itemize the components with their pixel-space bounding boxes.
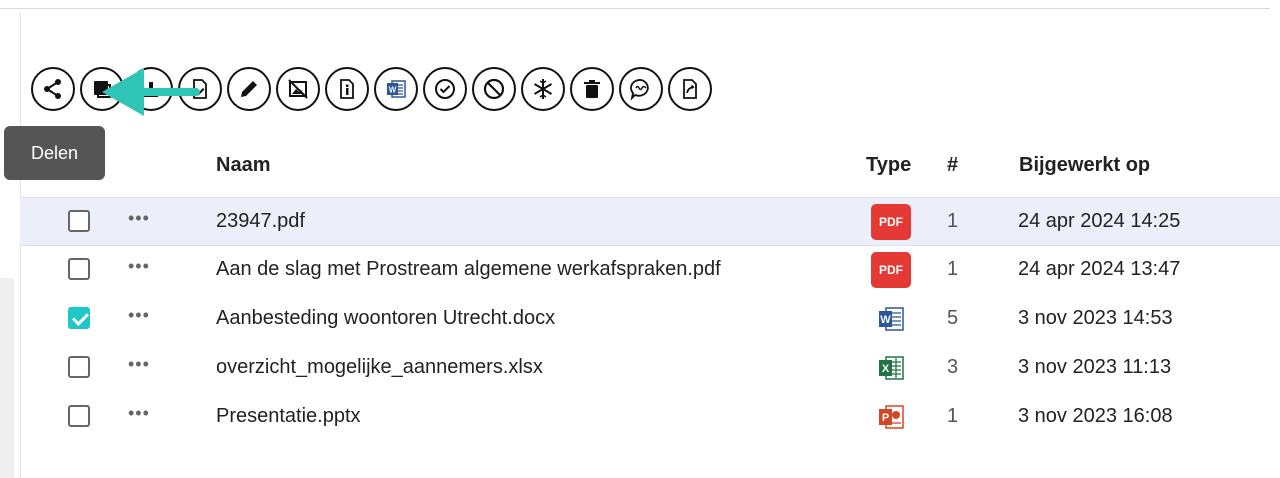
table-row[interactable]: ••• Aan de slag met Prostream algemene w… [20,246,1280,295]
row-menu-button[interactable]: ••• [128,256,150,277]
document-info-button[interactable] [325,67,369,111]
updated-at: 3 nov 2023 14:53 [1018,307,1173,329]
row-checkbox[interactable] [68,307,90,329]
comment-button[interactable] [619,67,663,111]
freeze-button[interactable] [521,67,565,111]
share-button[interactable] [31,67,75,111]
file-name[interactable]: overzicht_mogelijke_aannemers.xlsx [216,356,543,379]
file-name[interactable]: Presentatie.pptx [216,405,361,428]
column-header-updated[interactable]: Bijgewerkt op [1019,154,1150,177]
share-icon [44,79,61,99]
excel-icon: X [879,356,904,380]
trash-icon [584,80,600,98]
version-count: 1 [947,210,959,232]
pdf-icon: PDF [871,251,911,289]
svg-text:W: W [880,314,891,326]
upload-button[interactable] [129,67,173,111]
svg-text:W: W [389,86,397,95]
tooltip: Delen [4,126,105,180]
version-count: 3 [947,356,959,378]
top-divider [0,8,1270,9]
upload-icon [144,82,158,97]
block-button[interactable] [472,67,516,111]
powerpoint-icon: P [879,405,904,429]
copy-icon [94,81,111,98]
table-row[interactable]: ••• Presentatie.pptx P 1 3 nov 2023 16:0… [20,393,1280,442]
pdf-icon: PDF [871,203,911,241]
excel-file-icon: X [871,349,911,387]
chat-icon [630,79,649,101]
column-header-name[interactable]: Naam [216,154,270,177]
row-menu-button[interactable]: ••• [128,305,150,326]
export-icon [683,79,697,99]
svg-text:X: X [882,363,890,375]
svg-text:P: P [882,412,889,424]
approve-button[interactable] [423,67,467,111]
row-checkbox[interactable] [68,405,90,427]
version-count: 5 [947,307,959,329]
copy-button[interactable] [80,67,124,111]
block-icon [483,78,505,100]
updated-at: 3 nov 2023 16:08 [1018,405,1173,427]
row-menu-button[interactable]: ••• [128,208,150,229]
word-button[interactable]: W [374,67,418,111]
column-header-type[interactable]: Type [866,154,911,177]
updated-at: 24 apr 2024 14:25 [1018,210,1181,232]
row-checkbox[interactable] [68,356,90,378]
check-circle-icon [435,79,455,99]
row-menu-button[interactable]: ••• [128,354,150,375]
version-count: 1 [947,405,959,427]
word-icon: W [387,80,406,98]
table-row[interactable]: ••• Aanbesteding woontoren Utrecht.docx … [20,295,1280,344]
updated-at: 3 nov 2023 11:13 [1018,356,1172,378]
updated-at: 24 apr 2024 13:47 [1018,258,1181,280]
pdf-badge-label: PDF [871,204,911,240]
no-image-button[interactable] [276,67,320,111]
action-toolbar: W [31,67,712,115]
table-row[interactable]: ••• overzicht_mogelijke_aannemers.xlsx X… [20,344,1280,393]
file-name[interactable]: Aanbesteding woontoren Utrecht.docx [216,307,555,330]
file-name[interactable]: Aan de slag met Prostream algemene werka… [216,258,721,281]
powerpoint-file-icon: P [871,398,911,436]
document-edit-icon [193,79,207,99]
pencil-icon [241,81,257,97]
export-button[interactable] [668,67,712,111]
image-off-icon [288,79,308,99]
edit-document-button[interactable] [178,67,222,111]
table-row[interactable]: ••• 23947.pdf PDF 1 24 apr 2024 14:25 [20,197,1280,246]
snowflake-icon [533,79,553,99]
word-icon: W [879,307,904,331]
pdf-badge-label: PDF [871,252,911,288]
left-panel-gray [0,278,14,478]
edit-button[interactable] [227,67,271,111]
document-info-icon [340,79,354,99]
file-name[interactable]: 23947.pdf [216,210,305,233]
row-checkbox[interactable] [68,258,90,280]
row-checkbox[interactable] [68,210,90,232]
column-header-count[interactable]: # [947,154,958,177]
delete-button[interactable] [570,67,614,111]
word-file-icon: W [871,300,911,338]
version-count: 1 [947,258,959,280]
row-menu-button[interactable]: ••• [128,403,150,424]
